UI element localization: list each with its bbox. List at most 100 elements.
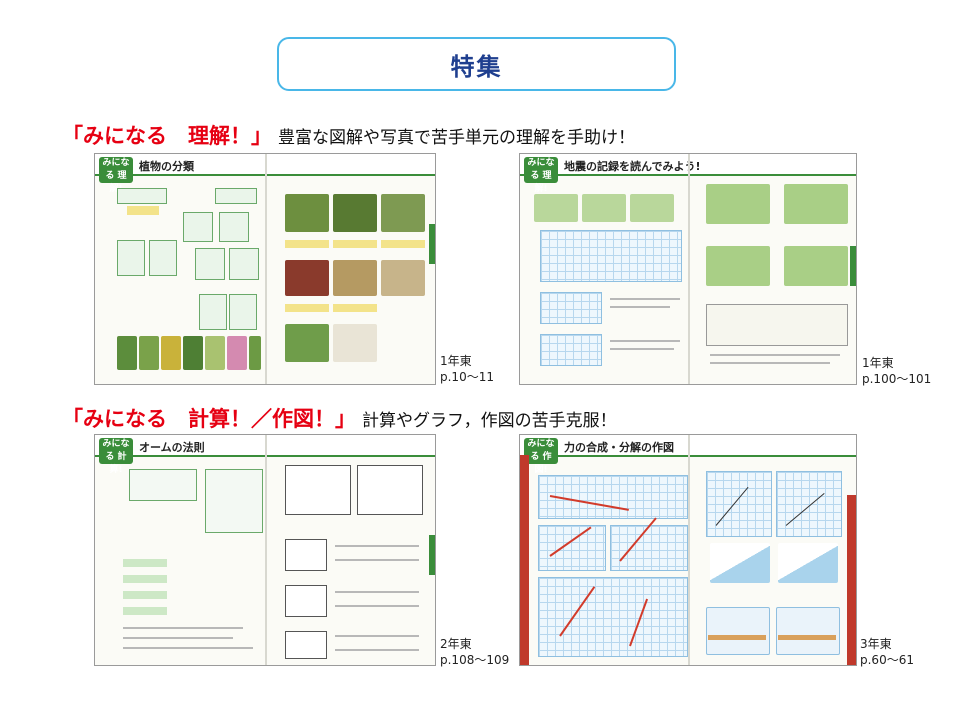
- side-tab: [520, 455, 529, 665]
- text-line: [610, 348, 674, 350]
- terrain-diagram: [706, 184, 770, 224]
- highlight: [333, 240, 377, 248]
- section-1-title: 「みになる 理解！」: [62, 124, 272, 148]
- photo: [249, 336, 261, 370]
- bridge-diagram: [706, 607, 770, 655]
- vector-grid: [610, 525, 688, 571]
- terrain-diagram: [630, 194, 674, 222]
- diagram-box: [183, 212, 213, 242]
- diagram-box: [229, 248, 259, 280]
- thumbnail-caption: 3年東 p.60〜61: [860, 636, 914, 668]
- vector-grid: [706, 471, 772, 537]
- photo: [381, 194, 425, 232]
- thumbnail-force-composition: みになる 作図! 力の合成・分解の作図: [519, 434, 857, 666]
- highlight: [123, 575, 167, 583]
- photo: [381, 260, 425, 296]
- answer-box: [706, 304, 848, 346]
- diagram-box: [229, 294, 257, 330]
- diagram-box: [215, 188, 257, 204]
- text-line: [335, 649, 419, 651]
- text-line: [335, 591, 419, 593]
- text-line: [335, 635, 419, 637]
- highlight: [285, 304, 329, 312]
- caption-pages: p.60〜61: [860, 653, 914, 667]
- badge: みになる 計算!: [99, 438, 133, 475]
- bridge-beam: [778, 635, 836, 640]
- photo: [285, 194, 329, 232]
- highlight: [123, 559, 167, 567]
- badge: みになる 理解!: [99, 157, 133, 194]
- page-title-text: オームの法則: [139, 441, 205, 454]
- side-tab: [850, 246, 856, 286]
- highlight: [285, 240, 329, 248]
- diagram-box: [117, 188, 167, 204]
- photo: [227, 336, 247, 370]
- terrain-diagram: [784, 184, 848, 224]
- page-fold: [265, 435, 267, 665]
- text-line: [123, 637, 233, 639]
- thumbnail-plant-classification: みになる 理解! 植物の分類: [94, 153, 436, 385]
- badge: みになる 作図!: [524, 438, 558, 475]
- highlight: [381, 240, 425, 248]
- bridge-beam: [708, 635, 766, 640]
- thumbnail-caption: 1年東 p.100〜101: [862, 355, 931, 387]
- photo: [139, 336, 159, 370]
- text-line: [335, 605, 419, 607]
- section-2-title: 「みになる 計算！／作図！」: [62, 407, 356, 431]
- photo: [183, 336, 203, 370]
- section-2-description: 計算やグラフ，作図の苦手克服！: [362, 411, 617, 431]
- text-line: [123, 647, 253, 649]
- diagram-box: [199, 294, 227, 330]
- text-line: [710, 362, 830, 364]
- photo: [205, 336, 225, 370]
- graph-grid: [540, 230, 682, 282]
- graph-grid: [540, 292, 602, 324]
- text-line: [710, 354, 840, 356]
- caption-grade: 1年東: [440, 354, 472, 368]
- photo: [333, 260, 377, 296]
- side-tab: [847, 495, 856, 665]
- formula-box: [205, 469, 263, 533]
- text-line: [610, 298, 680, 300]
- thumbnail-caption: 1年東 p.10〜11: [440, 353, 494, 385]
- photo: [285, 324, 329, 362]
- caption-pages: p.10〜11: [440, 370, 494, 384]
- diagram-box: [195, 248, 225, 280]
- text-line: [610, 340, 680, 342]
- text-line: [123, 627, 243, 629]
- diagram-box: [219, 212, 249, 242]
- page-fold: [265, 154, 267, 384]
- text-line: [610, 306, 670, 308]
- side-tab: [429, 224, 435, 264]
- terrain-diagram: [534, 194, 578, 222]
- thumbnail-ohms-law: みになる 計算! オームの法則: [94, 434, 436, 666]
- badge: みになる 理解!: [524, 157, 558, 194]
- section-1-heading: 「みになる 理解！」 豊富な図解や写真で苦手単元の理解を手助け！: [62, 120, 635, 150]
- page-fold: [688, 435, 690, 665]
- caption-pages: p.108〜109: [440, 653, 510, 667]
- thumbnail-caption: 2年東 p.108〜109: [440, 636, 509, 668]
- diagram-box: [117, 240, 145, 276]
- slope-diagram: [710, 543, 770, 583]
- caption-grade: 2年東: [440, 637, 472, 651]
- text-line: [335, 559, 419, 561]
- slope-diagram: [778, 543, 838, 583]
- section-2-heading: 「みになる 計算！／作図！」 計算やグラフ，作図の苦手克服！: [62, 403, 617, 433]
- highlight: [123, 591, 167, 599]
- caption-grade: 1年東: [862, 356, 894, 370]
- page-title: 特集: [450, 52, 503, 81]
- circuit-diagram: [285, 539, 327, 571]
- page-title-box: 特集: [277, 37, 676, 91]
- page-title-text: 力の合成・分解の作図: [564, 441, 674, 454]
- diagram-box: [149, 240, 177, 276]
- photo: [161, 336, 181, 370]
- formula-box: [129, 469, 197, 501]
- page-title-text: 地震の記録を読んでみよう!: [564, 160, 701, 173]
- caption-grade: 3年東: [860, 637, 892, 651]
- graph-grid: [540, 334, 602, 366]
- vector-grid: [538, 525, 606, 571]
- highlight: [123, 607, 167, 615]
- vector-grid: [538, 577, 688, 657]
- page-title-text: 植物の分類: [139, 160, 194, 173]
- terrain-diagram: [582, 194, 626, 222]
